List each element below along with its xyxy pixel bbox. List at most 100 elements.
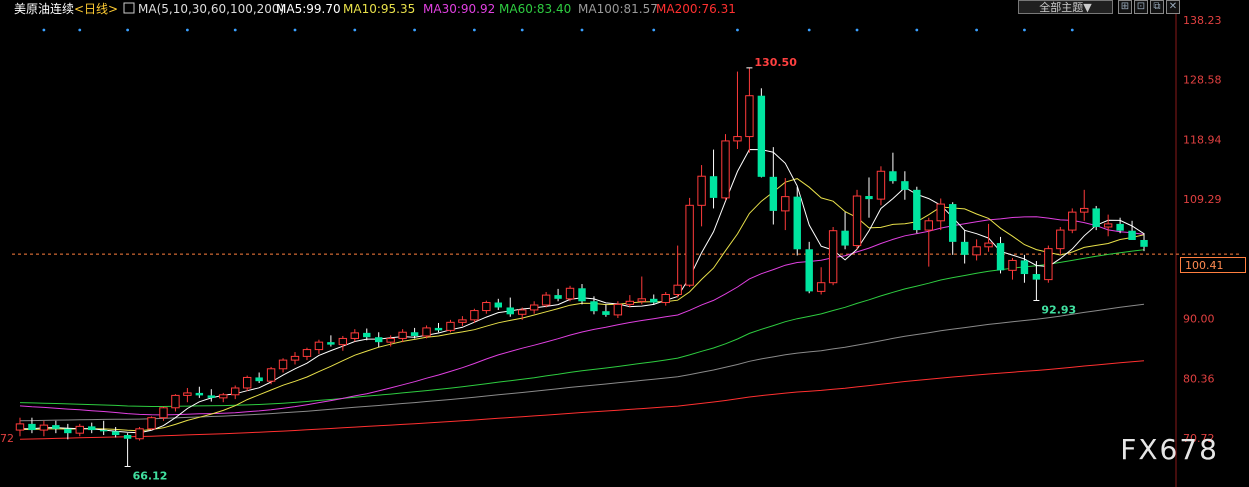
candle <box>290 352 300 365</box>
event-dot <box>293 28 297 32</box>
candle-body <box>554 295 562 299</box>
candle-body <box>278 359 288 370</box>
candle <box>350 329 360 342</box>
candle-body <box>578 288 586 302</box>
event-dot <box>1023 28 1026 32</box>
candle <box>996 236 1005 274</box>
chart-period: <日线> <box>74 2 118 16</box>
candle <box>661 292 670 306</box>
candle <box>338 335 348 351</box>
candle-body <box>565 287 575 300</box>
candle <box>135 426 144 441</box>
candle-body <box>1116 223 1124 231</box>
candle-body <box>506 307 514 315</box>
candle <box>482 300 491 314</box>
event-dot <box>78 28 82 32</box>
candle-body <box>769 176 778 211</box>
candle-body <box>123 435 132 439</box>
candle <box>924 217 933 267</box>
candle-body <box>410 332 419 336</box>
candle <box>327 335 335 347</box>
candle <box>565 285 575 302</box>
candle <box>852 189 862 250</box>
candle-body <box>470 310 479 321</box>
candle-body <box>75 425 84 434</box>
candle-body <box>852 195 862 247</box>
zoom-in-icon[interactable]: ⊞ <box>1118 0 1132 14</box>
candle <box>147 416 156 431</box>
ma60-value: MA60:83.40 <box>499 2 571 16</box>
candle-body <box>745 95 754 138</box>
candle-body <box>1103 223 1113 228</box>
ma10-value: MA10:95.35 <box>343 2 415 16</box>
candle-body <box>446 321 455 331</box>
candle-body <box>781 196 790 212</box>
event-dot <box>520 28 524 32</box>
candle-body <box>996 243 1005 271</box>
candle-body <box>219 394 228 399</box>
candle <box>28 417 36 434</box>
chart-legend: 美原油连续 <日线> MA(5,10,30,60,100,200) MA5:99… <box>14 1 736 16</box>
candle-body <box>984 242 993 248</box>
zoom-out-icon[interactable]: ⊡ <box>1134 0 1148 14</box>
candle-body <box>327 342 335 345</box>
candle-body <box>625 300 635 305</box>
candles <box>15 67 1148 467</box>
y-tick-label: 90.00 <box>1183 313 1215 326</box>
candle-body <box>242 376 252 389</box>
candle-body <box>52 425 60 429</box>
candle <box>602 304 610 317</box>
candle <box>948 202 957 255</box>
ma60-line <box>19 249 1145 407</box>
candle-body <box>841 230 849 246</box>
candle <box>75 423 84 437</box>
candle-body <box>398 331 407 339</box>
event-dot <box>353 28 357 32</box>
candle-body <box>960 241 969 255</box>
candle <box>816 267 826 295</box>
restore-icon[interactable]: ⧉ <box>1150 0 1164 14</box>
candle-body <box>290 355 300 361</box>
candle-body <box>1128 230 1136 240</box>
ma200-value: MA200:76.31 <box>656 2 736 16</box>
indicator-icon[interactable] <box>123 2 135 14</box>
candle-body <box>1020 260 1029 275</box>
event-dot <box>233 28 237 32</box>
candle <box>745 67 754 153</box>
current-price-label: 100.41 <box>1180 257 1246 273</box>
candle-body <box>494 302 503 308</box>
candle-body <box>99 430 108 432</box>
candle <box>1140 233 1148 252</box>
candle <box>375 332 383 348</box>
candle <box>793 186 801 256</box>
candle <box>1020 254 1029 283</box>
candle <box>889 152 897 184</box>
close-icon[interactable]: ✕ <box>1166 0 1180 14</box>
theme-dropdown[interactable]: 全部主题▼ <box>1018 0 1113 14</box>
candle-body <box>673 284 682 295</box>
candle-body <box>757 95 766 177</box>
event-dots <box>42 28 1074 32</box>
candle <box>266 366 276 385</box>
candle <box>805 241 813 294</box>
candle-body <box>948 204 957 242</box>
candle-body <box>924 220 933 231</box>
candle <box>1103 214 1113 237</box>
ma100-line <box>19 303 1145 422</box>
candle <box>1080 189 1089 221</box>
candle-body <box>195 392 204 396</box>
event-dot <box>975 28 979 32</box>
candle-body <box>602 311 610 315</box>
candle-body <box>518 309 527 315</box>
candle <box>434 322 443 333</box>
candle <box>901 171 909 200</box>
candle-body <box>338 337 348 346</box>
candle-body <box>111 431 120 436</box>
candle-body <box>207 395 216 398</box>
candle-body <box>733 136 742 142</box>
candle <box>123 433 132 467</box>
price-annotations: 130.50 92.93 66.12 <box>124 56 1076 482</box>
y-tick-label: 109.29 <box>1183 193 1222 206</box>
candle-body <box>590 301 598 312</box>
y-tick-label: 118.94 <box>1183 133 1222 146</box>
